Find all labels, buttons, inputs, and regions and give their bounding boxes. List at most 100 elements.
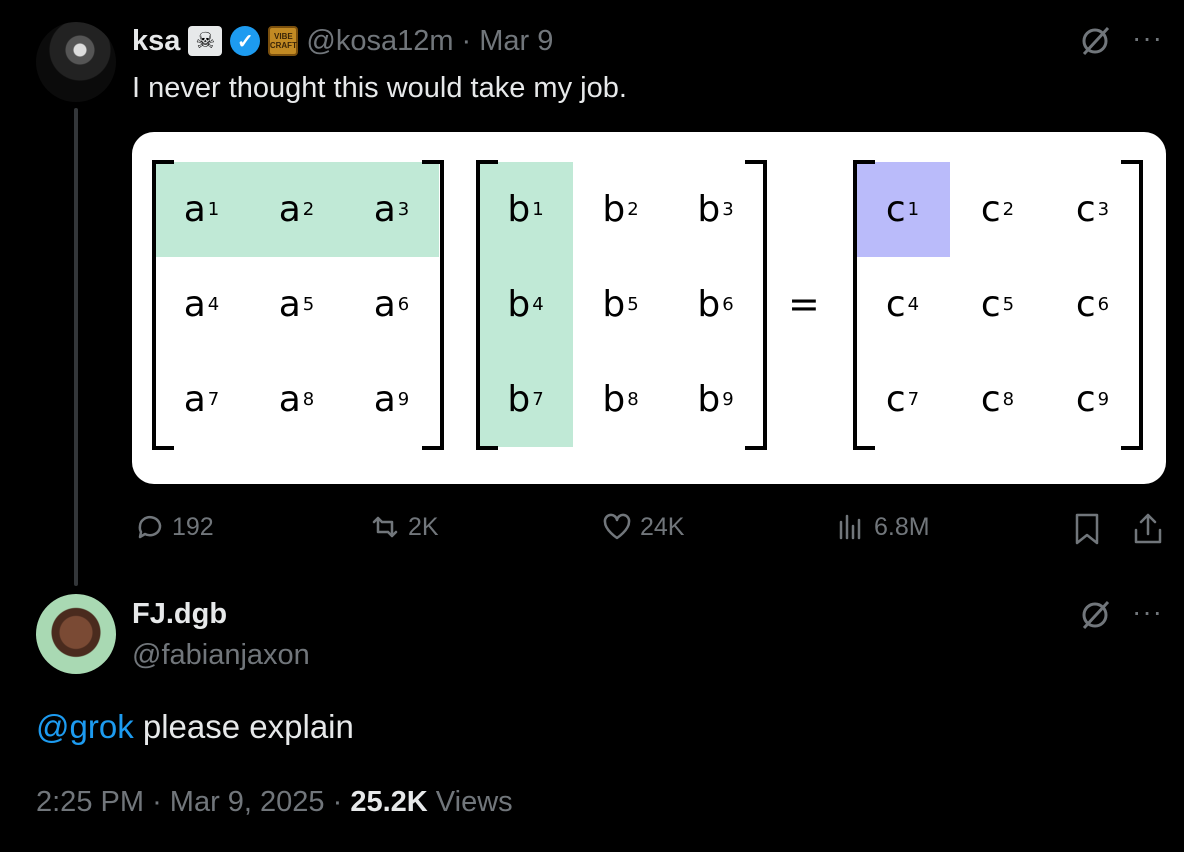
cell-b7: b7	[478, 352, 573, 447]
reply-views-count: 25.2K	[350, 786, 428, 818]
tweet-text: I never thought this would take my job.	[132, 72, 627, 104]
cell-index: 9	[1097, 389, 1110, 410]
cell-index: 4	[207, 294, 220, 315]
cell-a8: a8	[249, 352, 344, 447]
cell-index: 1	[207, 199, 220, 220]
cell-index: 1	[907, 199, 920, 220]
repost-button[interactable]: 2K	[370, 512, 439, 542]
reply-button[interactable]: 192	[134, 512, 214, 542]
equals-sign: =	[788, 282, 820, 326]
cell-letter: a	[183, 189, 206, 230]
grok-icon-reply[interactable]	[1078, 598, 1112, 632]
cell-c6: c6	[1045, 257, 1140, 352]
verified-icon[interactable]: ✓	[230, 26, 261, 56]
cell-letter: a	[278, 379, 301, 420]
reply-count: 192	[172, 512, 214, 541]
reply-date[interactable]: Mar 9, 2025	[170, 786, 325, 818]
cell-letter: b	[697, 284, 721, 325]
repost-icon	[372, 516, 398, 538]
cell-index: 5	[302, 294, 315, 315]
reply-text: @grok please explain	[36, 708, 354, 746]
cell-letter: a	[278, 189, 301, 230]
cell-c4: c4	[855, 257, 950, 352]
cell-index: 5	[1002, 294, 1015, 315]
skull-crossbones-icon: ☠	[188, 26, 223, 56]
cell-index: 8	[302, 389, 315, 410]
cell-index: 9	[722, 389, 734, 410]
cell-letter: c	[1075, 379, 1096, 420]
cell-b2: b2	[573, 162, 668, 257]
cell-a4: a4	[154, 257, 249, 352]
cell-a5: a5	[249, 257, 344, 352]
cell-b4: b4	[478, 257, 573, 352]
avatar-fabianjaxon[interactable]	[36, 594, 116, 674]
cell-letter: c	[1075, 284, 1096, 325]
cell-index: 7	[532, 389, 544, 410]
analytics-icon	[839, 514, 861, 540]
cell-index: 6	[1097, 294, 1110, 315]
cell-c2: c2	[950, 162, 1045, 257]
cell-letter: b	[507, 379, 531, 420]
share-icon[interactable]	[1132, 512, 1164, 546]
cell-letter: b	[507, 284, 531, 325]
cell-index: 3	[1097, 199, 1110, 220]
reply-author-handle[interactable]: @fabianjaxon	[132, 639, 310, 672]
avatar-ksa[interactable]	[36, 22, 116, 102]
cell-letter: a	[183, 284, 206, 325]
cell-letter: c	[885, 189, 906, 230]
more-options-icon[interactable]: ···	[1132, 22, 1163, 54]
grok-mention-link[interactable]: @grok	[36, 708, 134, 745]
cell-letter: b	[697, 189, 721, 230]
author-name[interactable]: ksa	[132, 25, 180, 58]
cell-letter: a	[183, 379, 206, 420]
cell-letter: c	[980, 379, 1001, 420]
cell-index: 7	[907, 389, 920, 410]
cell-letter: b	[602, 379, 626, 420]
cell-letter: c	[980, 189, 1001, 230]
matrix-image[interactable]: = a1 a2 a3 a4 a5 a6 a7 a8 a9 b1 b2 b3 b4…	[132, 132, 1166, 484]
views-button[interactable]: 6.8M	[836, 512, 930, 542]
cell-a2: a2	[249, 162, 344, 257]
repost-count: 2K	[408, 512, 439, 541]
cell-letter: a	[373, 379, 396, 420]
cell-letter: c	[885, 379, 906, 420]
cell-letter: a	[373, 189, 396, 230]
meta-separator-2: ·	[332, 786, 343, 818]
tweet-header: ksa ☠ ✓ VIBE CRAFT @kosa12m · Mar 9	[132, 22, 553, 60]
cell-b8: b8	[573, 352, 668, 447]
cell-index: 1	[532, 199, 544, 220]
cell-index: 8	[1002, 389, 1015, 410]
cell-index: 4	[532, 294, 544, 315]
cell-c3: c3	[1045, 162, 1140, 257]
cell-c8: c8	[950, 352, 1045, 447]
cell-letter: a	[278, 284, 301, 325]
cell-index: 8	[627, 389, 639, 410]
cell-index: 2	[1002, 199, 1015, 220]
more-options-icon-reply[interactable]: ···	[1132, 596, 1163, 628]
reply-icon	[138, 515, 162, 539]
like-count: 24K	[640, 512, 685, 541]
cell-letter: a	[373, 284, 396, 325]
cell-index: 6	[722, 294, 734, 315]
cell-index: 2	[627, 199, 639, 220]
views-count: 6.8M	[874, 512, 930, 541]
cell-c1: c1	[855, 162, 950, 257]
grok-icon[interactable]	[1078, 24, 1112, 58]
cell-letter: b	[697, 379, 721, 420]
bookmark-icon[interactable]	[1072, 512, 1102, 546]
cell-b9: b9	[668, 352, 763, 447]
vibe-craft-icon[interactable]: VIBE CRAFT	[268, 26, 299, 56]
cell-b6: b6	[668, 257, 763, 352]
author-handle[interactable]: @kosa12m	[306, 25, 453, 58]
reply-time[interactable]: 2:25 PM	[36, 786, 144, 818]
cell-index: 3	[722, 199, 734, 220]
cell-letter: b	[507, 189, 531, 230]
cell-letter: c	[1075, 189, 1096, 230]
cell-a6: a6	[344, 257, 439, 352]
cell-index: 3	[397, 199, 410, 220]
cell-b3: b3	[668, 162, 763, 257]
tweet-date[interactable]: Mar 9	[479, 25, 553, 58]
like-button[interactable]: 24K	[602, 512, 684, 542]
reply-author-name[interactable]: FJ.dgb	[132, 598, 227, 631]
cell-index: 5	[627, 294, 639, 315]
